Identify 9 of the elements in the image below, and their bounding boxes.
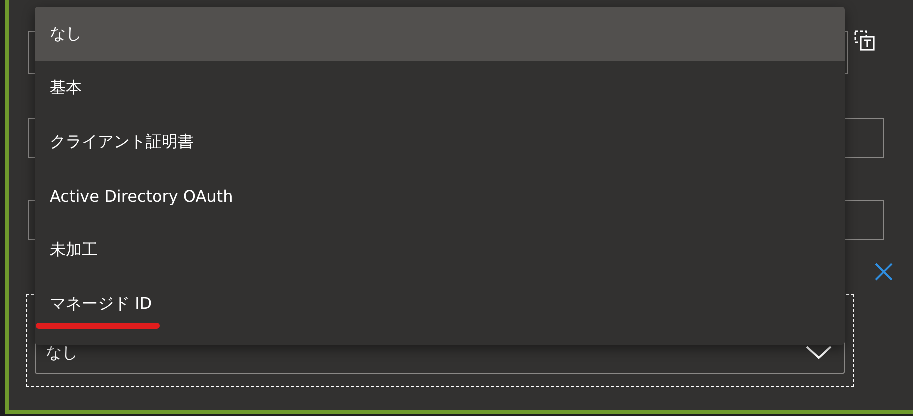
text-box-icon[interactable] [854, 30, 876, 52]
close-icon[interactable] [874, 262, 894, 282]
menu-option[interactable]: なし [35, 7, 845, 61]
menu-option[interactable]: クライアント証明書 [35, 115, 845, 169]
menu-option[interactable]: マネージド ID [35, 277, 845, 331]
chevron-down-icon [806, 346, 832, 360]
menu-option[interactable]: Active Directory OAuth [35, 169, 845, 223]
menu-option[interactable]: 基本 [35, 61, 845, 115]
menu-option[interactable]: 未加工 [35, 223, 845, 277]
